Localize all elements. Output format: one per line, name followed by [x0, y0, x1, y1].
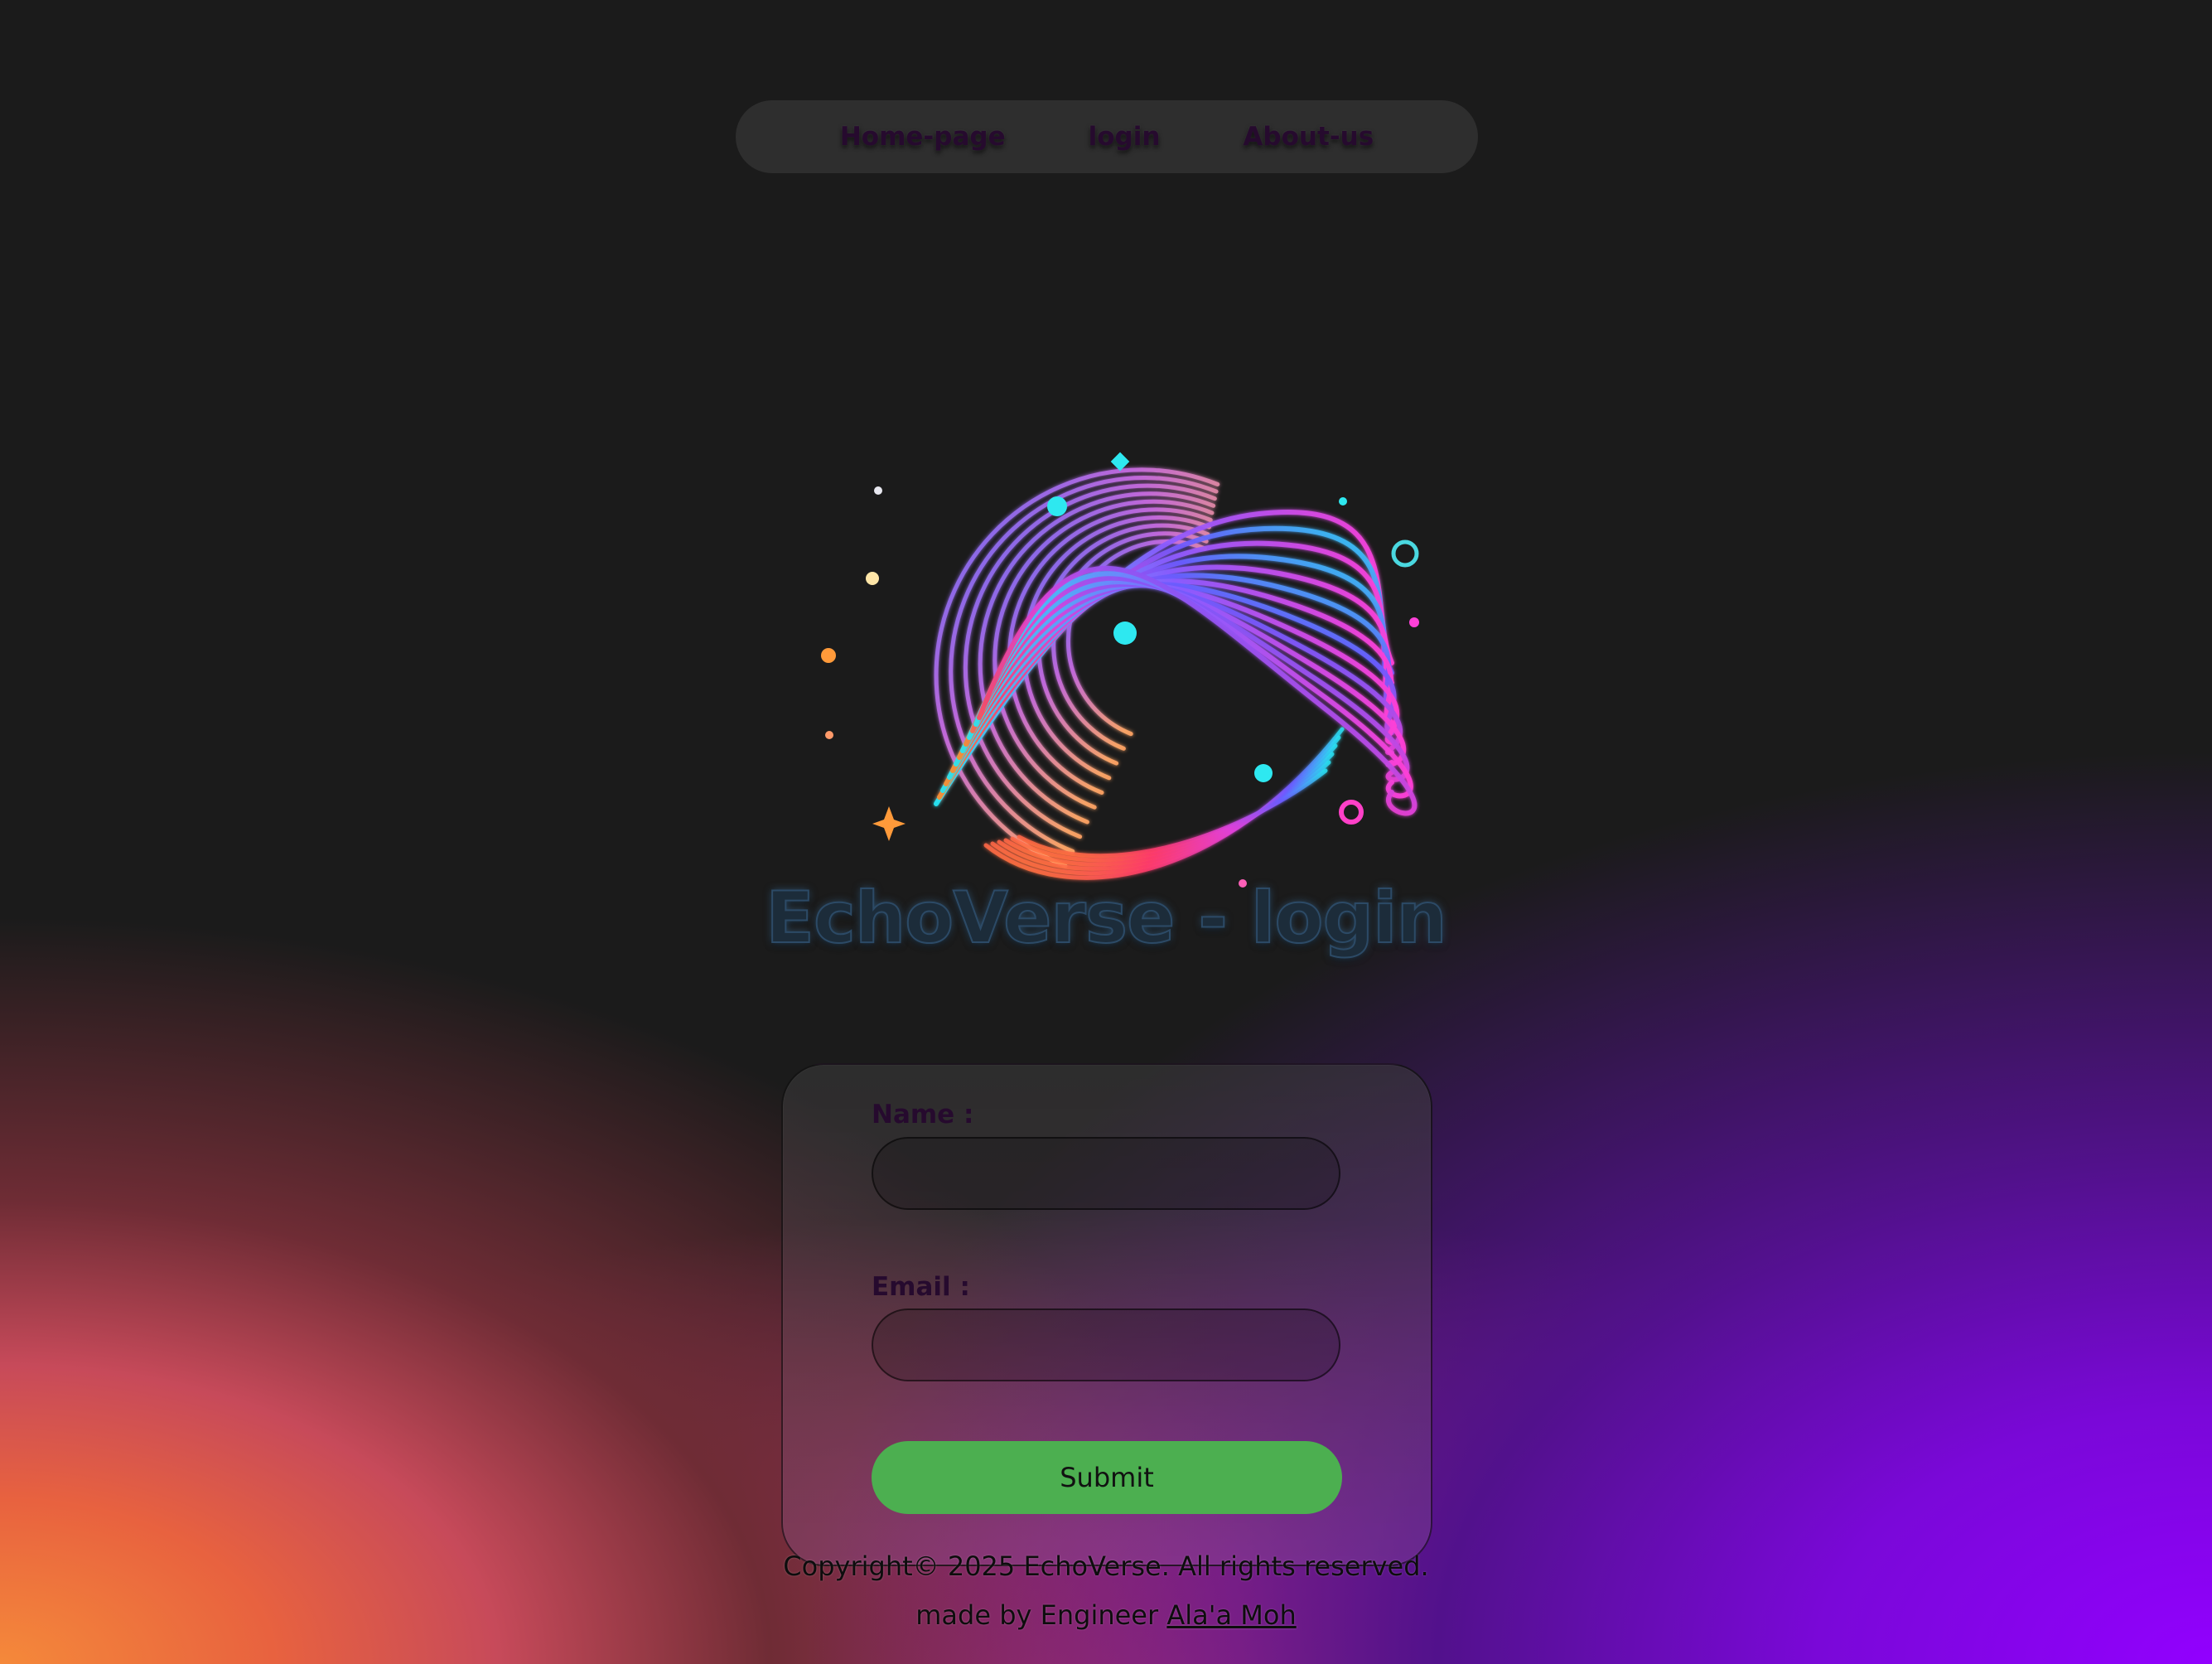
copyright-text: Copyright© 2025 EchoVerse. All rights re…	[783, 1550, 1429, 1582]
nav-about-us-link[interactable]: About-us	[1243, 122, 1374, 152]
submit-button[interactable]: Submit	[872, 1441, 1342, 1514]
login-form-card: Name : Email : Submit	[781, 1063, 1432, 1566]
email-label: Email :	[872, 1272, 970, 1302]
author-link[interactable]: Ala'a Moh	[1166, 1599, 1296, 1631]
email-input[interactable]	[872, 1308, 1340, 1381]
credits-line: made by Engineer Ala'a Moh	[0, 1599, 2212, 1631]
credits-prefix: made by Engineer	[915, 1599, 1167, 1631]
page-title: EchoVerse - login	[765, 876, 1448, 960]
swirl-fingerprint-logo	[821, 452, 1419, 888]
name-input[interactable]	[872, 1137, 1340, 1210]
name-label: Name :	[872, 1100, 974, 1129]
top-nav: Home-page login About-us	[736, 100, 1478, 173]
nav-home-page-link[interactable]: Home-page	[840, 122, 1006, 152]
nav-login-link[interactable]: login	[1089, 122, 1161, 152]
